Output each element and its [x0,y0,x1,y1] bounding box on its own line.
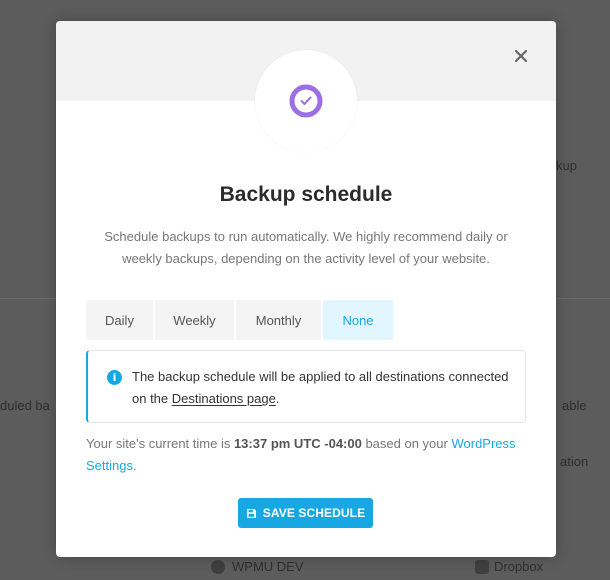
info-icon: i [107,370,122,385]
site-time-text: Your site's current time is 13:37 pm UTC… [86,433,526,477]
backup-schedule-modal: Backup schedule Schedule backups to run … [56,21,556,557]
save-icon [246,508,256,518]
save-schedule-button[interactable]: SAVE SCHEDULE [238,498,373,528]
tab-monthly[interactable]: Monthly [236,300,321,340]
site-time-prefix: Your site's current time is [86,436,234,451]
site-time-value: 13:37 pm UTC -04:00 [233,436,362,451]
save-schedule-label: SAVE SCHEDULE [262,506,366,520]
page-title: Backup schedule [219,183,393,206]
site-time-suffix: . [132,458,137,473]
background-text-available: able [562,398,587,413]
notice-text: The backup schedule will be applied to a… [132,366,512,410]
modal-description: Schedule backups to run automatically. W… [104,229,508,266]
background-text-scheduled: duled ba [0,398,50,413]
background-text-backup: kup [556,158,577,173]
tab-weekly[interactable]: Weekly [155,300,234,340]
background-text-wpmu-dev: WPMU DEV [232,559,304,574]
background-text-dropbox: Dropbox [494,559,544,574]
clock-icon [289,84,323,118]
hero-icon-circle [255,50,357,152]
close-button[interactable] [508,43,534,69]
close-icon [515,50,527,62]
dropbox-icon [475,560,489,574]
destinations-page-link[interactable]: Destinations page [172,391,276,406]
background-text-location: ation [560,454,589,469]
site-time-middle: based on your [361,436,452,451]
tab-none[interactable]: None [323,300,393,340]
schedule-frequency-tabs: Daily Weekly Monthly None [86,300,393,340]
notice-text-suffix: . [275,391,280,406]
wpmu-dev-icon [211,560,225,574]
info-notice: i The backup schedule will be applied to… [86,350,526,423]
tab-daily[interactable]: Daily [86,300,153,340]
overlay-backdrop[interactable]: kup duled ba able ation WPMU DEV Dropbox… [0,0,610,580]
